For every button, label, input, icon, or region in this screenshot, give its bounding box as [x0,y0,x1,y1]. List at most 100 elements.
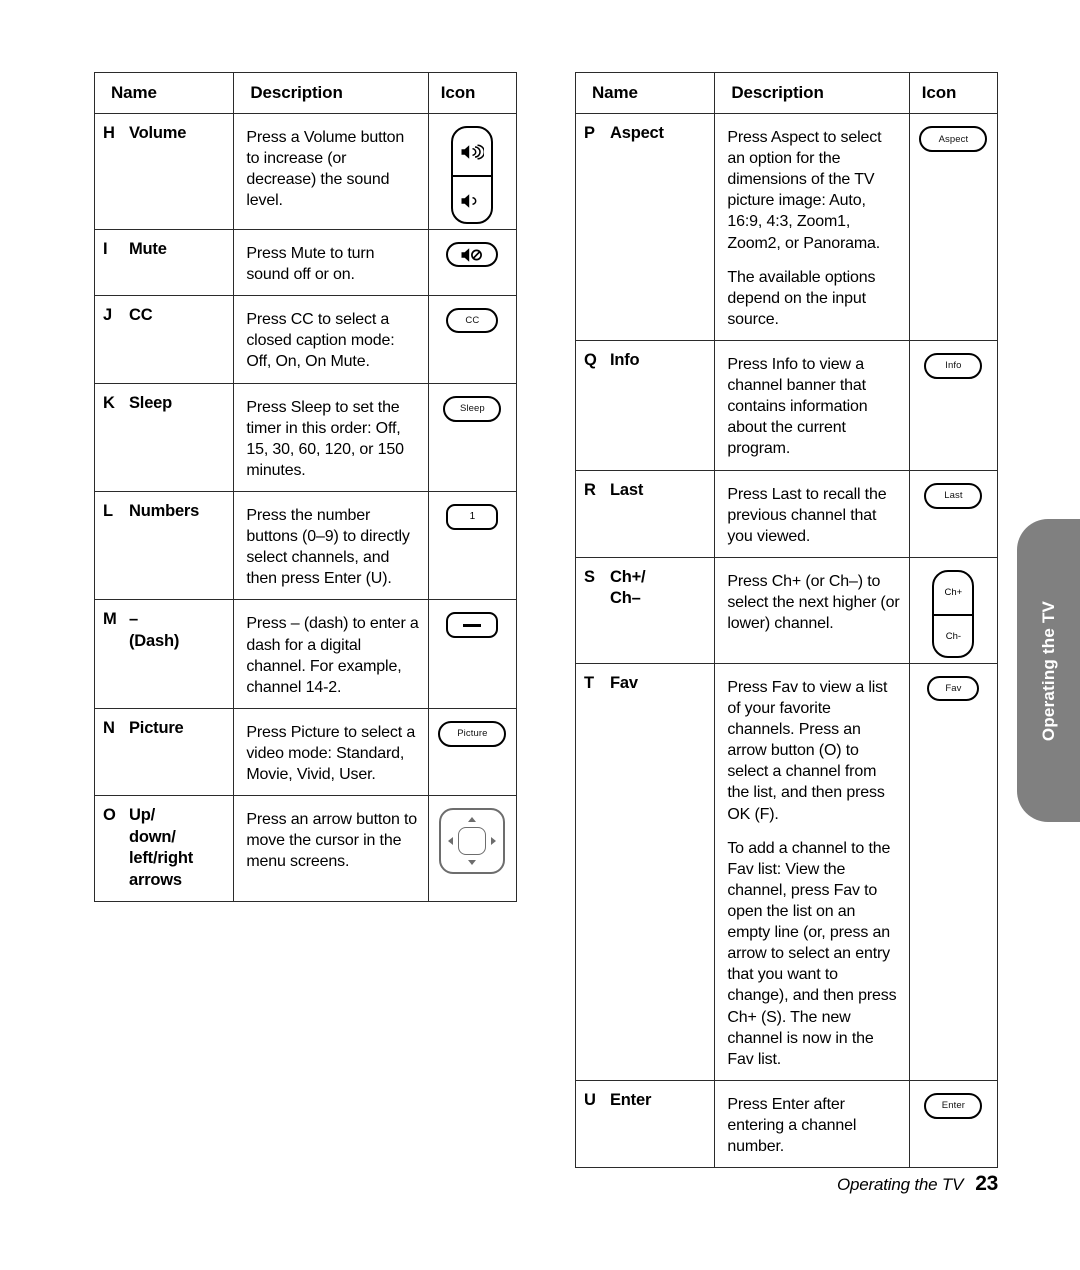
last-button-icon: Last [924,482,983,509]
row-description-cell: Press Aspect to select an option for the… [714,113,910,341]
row-letter: K [103,393,115,412]
sleep-button-icon: Sleep [443,395,502,422]
row-description-cell: Press Info to view a channel banner that… [714,339,910,471]
row-letter: H [103,124,115,142]
row-description-cell: Press Sleep to set the timer in this ord… [233,382,429,492]
arrow-up-icon [468,817,477,823]
row-icon-cell: 1 [427,490,518,601]
description-paragraph: Press Fav to view a list of your favorit… [727,678,888,823]
table-row: M – (Dash) Press – (dash) to enter a dash f… [93,599,518,709]
row-name-cell-i: I Mute [93,228,235,297]
table-header-row: Name Description Icon [574,72,999,114]
row-name: Last [610,480,644,499]
footer-page-number: 23 [975,1172,998,1195]
table-row: P Aspect Press Aspect to select an option … [574,113,999,341]
row-icon-cell: Sleep [427,382,518,492]
table-row: L Numbers Press the number buttons (0–9) t… [93,490,518,601]
row-description-cell: Press Mute to turn sound off or on. [233,228,429,297]
row-description-cell: Press Ch+ (or Ch–) to select the next hi… [714,556,910,664]
description-paragraph: Press Enter after entering a channel num… [727,1095,857,1156]
row-letter: Q [584,350,597,369]
description-paragraph: To add a channel to the Fav list: View t… [727,839,897,1068]
row-name: Ch+/Ch– [610,567,646,608]
row-description-cell: Press Picture to select a video mode: St… [233,707,429,797]
description-paragraph: Press Info to view a channel banner that… [727,355,868,458]
description-paragraph: The available options depend on the inpu… [727,268,876,328]
row-letter: I [103,240,108,258]
volume-up-icon [453,128,492,177]
row-name: Fav [610,673,638,692]
row-description-cell: Press an arrow button to move the cursor… [233,795,429,902]
row-icon-cell: Info [908,339,999,471]
ok-button-icon [458,827,487,856]
table-row: I Mute Press Mute to turn sound off or on. [93,228,518,297]
section-side-tab: Operating the TV [1017,519,1080,822]
table-row: U Enter Press Enter after entering a chann… [574,1079,999,1169]
volume-rocker-icon [451,126,494,224]
row-name-cell-h: H Volume [93,113,235,230]
row-description-cell: Press CC to select a closed caption mode… [233,295,429,384]
row-name-cell-j: J CC [93,295,235,384]
description-paragraph: Press Mute to turn sound off or on. [246,245,375,284]
row-name-cell-m: M – (Dash) [93,599,235,709]
row-name-cell-k: K Sleep [93,382,235,492]
row-letter: O [103,806,116,825]
description-paragraph: Press Sleep to set the timer in this ord… [246,398,404,479]
row-icon-cell: Picture [427,707,518,797]
row-name: Numbers [129,501,200,520]
remote-buttons-table-left: Name Description Icon H Volume Press a Vol… [93,72,518,902]
row-icon-cell [427,599,518,709]
row-name: Info [610,350,640,369]
table-row: H Volume Press a Volume button to increase… [93,113,518,230]
row-letter: T [584,673,594,692]
table-row: J CC Press CC to select a closed caption m… [93,295,518,384]
remote-buttons-table-right: Name Description Icon P Aspect Press Aspec… [574,72,999,1169]
dpad-arrows-icon [439,808,506,875]
volume-down-icon [453,177,491,222]
row-letter: M [103,610,117,629]
row-letter: J [103,306,112,325]
column-header-icon: Icon [427,72,518,114]
row-name-cell-n: N Picture [93,707,235,797]
row-name: Up/down/left/right arrows [129,806,193,889]
row-letter: P [584,124,595,142]
row-name-cell-l: L Numbers [93,490,235,601]
row-description-cell: Press – (dash) to enter a dash for a dig… [233,599,429,709]
column-header-icon: Icon [908,72,999,114]
row-name: CC [129,306,153,325]
dash-glyph-icon [463,624,482,627]
row-name-cell-p: P Aspect [574,113,716,341]
table-row: Q Info Press Info to view a channel banner… [574,339,999,471]
description-paragraph: Press Last to recall the previous channe… [727,485,887,545]
description-paragraph: Press – (dash) to enter a dash for a dig… [246,615,419,696]
row-letter: N [103,718,115,737]
arrow-down-icon [468,860,477,866]
row-icon-cell: CC [427,295,518,384]
description-paragraph: Press Aspect to select an option for the… [727,129,882,252]
number-button-icon: 1 [446,503,499,530]
footer-section-label: Operating the TV [836,1175,964,1194]
table-row: S Ch+/Ch– Press Ch+ (or Ch–) to select the… [574,556,999,664]
description-paragraph: Press Ch+ (or Ch–) to select the next hi… [727,572,900,633]
row-icon-cell: Last [908,469,999,558]
row-icon-cell [427,228,518,297]
row-name: Enter [610,1090,652,1109]
fav-button-icon: Fav [927,675,980,701]
table-row: K Sleep Press Sleep to set the timer in th… [93,382,518,492]
row-letter: L [103,501,113,520]
table-row: R Last Press Last to recall the previous c… [574,469,999,558]
row-icon-cell: Enter [908,1079,999,1169]
info-button-icon: Info [924,352,983,379]
row-name: Aspect [610,124,664,142]
side-tab-label: Operating the TV [1038,600,1058,741]
row-icon-cell [427,113,518,230]
row-name-cell-q: Q Info [574,339,716,471]
row-name: Mute [129,240,167,258]
column-header-name: Name [93,72,235,114]
table-row: N Picture Press Picture to select a video … [93,707,518,797]
description-paragraph: Press a Volume button to increase (or de… [246,129,405,210]
mute-icon [446,242,499,267]
channel-up-icon: Ch+ [934,572,973,616]
description-paragraph: Press the number buttons (0–9) to direct… [246,506,410,588]
row-name: Picture [129,718,184,737]
